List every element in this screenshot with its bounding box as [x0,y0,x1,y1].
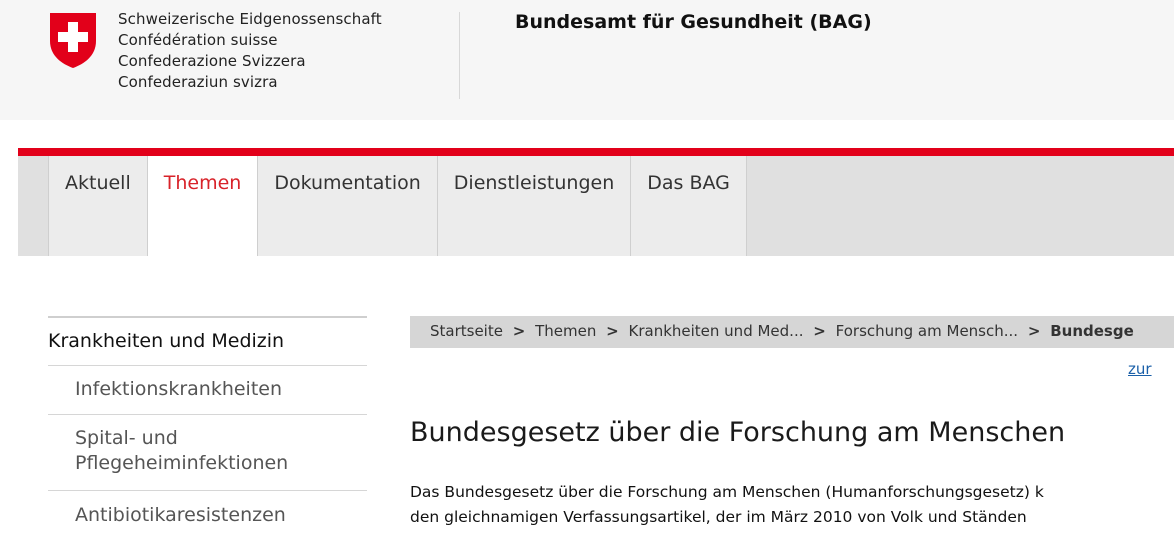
intro-paragraph: Das Bundesgesetz über die Forschung am M… [410,480,1174,530]
sidebar-divider [48,365,367,366]
sidebar-item-spital-pflegeheiminfektionen[interactable]: Spital- und Pflegeheiminfektionen [75,426,335,476]
page-title: Bundesgesetz über die Forschung am Mensc… [410,417,1066,448]
breadcrumb-item-startseite[interactable]: Startseite [430,322,503,340]
back-link[interactable]: zur [1128,360,1152,378]
swiss-coat-of-arms-icon[interactable] [48,11,98,69]
main-nav: Aktuell Themen Dokumentation Dienstleist… [48,156,747,256]
tab-das-bag[interactable]: Das BAG [631,156,747,256]
sidebar-divider [48,414,367,415]
tab-dokumentation[interactable]: Dokumentation [258,156,438,256]
breadcrumb-item-themen[interactable]: Themen [535,322,596,340]
breadcrumb-current: Bundesge [1050,322,1134,340]
sidebar-item-infektionskrankheiten[interactable]: Infektionskrankheiten [75,377,365,402]
breadcrumb-separator: > [512,322,526,340]
breadcrumb: Startseite > Themen > Krankheiten und Me… [410,316,1174,348]
paragraph-line: Das Bundesgesetz über die Forschung am M… [410,483,1044,501]
header-divider [459,12,460,99]
breadcrumb-item-krankheiten[interactable]: Krankheiten und Med... [629,322,804,340]
tab-dienstleistungen[interactable]: Dienstleistungen [437,156,632,256]
tab-aktuell[interactable]: Aktuell [48,156,148,256]
breadcrumb-separator: > [813,322,826,340]
confederation-name-fr: Confédération suisse [118,31,278,49]
breadcrumb-item-forschung[interactable]: Forschung am Mensch... [836,322,1018,340]
sidebar-top-divider [48,316,367,318]
confederation-names: Schweizerische Eidgenossenschaft Confédé… [118,9,382,93]
breadcrumb-separator: > [1027,322,1041,340]
breadcrumb-separator: > [606,322,619,340]
site-header: Schweizerische Eidgenossenschaft Confédé… [0,0,1174,120]
tab-themen[interactable]: Themen [147,156,259,256]
confederation-name-rm: Confederaziun svizra [118,73,278,91]
confederation-name-it: Confederazione Svizzera [118,52,306,70]
nav-accent-bar [18,148,1174,156]
sidebar-heading[interactable]: Krankheiten und Medizin [48,330,284,352]
sidebar-divider [48,490,367,491]
paragraph-line: den gleichnamigen Verfassungsartikel, de… [410,508,1027,526]
confederation-name-de: Schweizerische Eidgenossenschaft [118,10,382,28]
office-name[interactable]: Bundesamt für Gesundheit (BAG) [515,11,872,33]
sidebar-item-antibiotikaresistenzen[interactable]: Antibiotikaresistenzen [75,503,365,528]
